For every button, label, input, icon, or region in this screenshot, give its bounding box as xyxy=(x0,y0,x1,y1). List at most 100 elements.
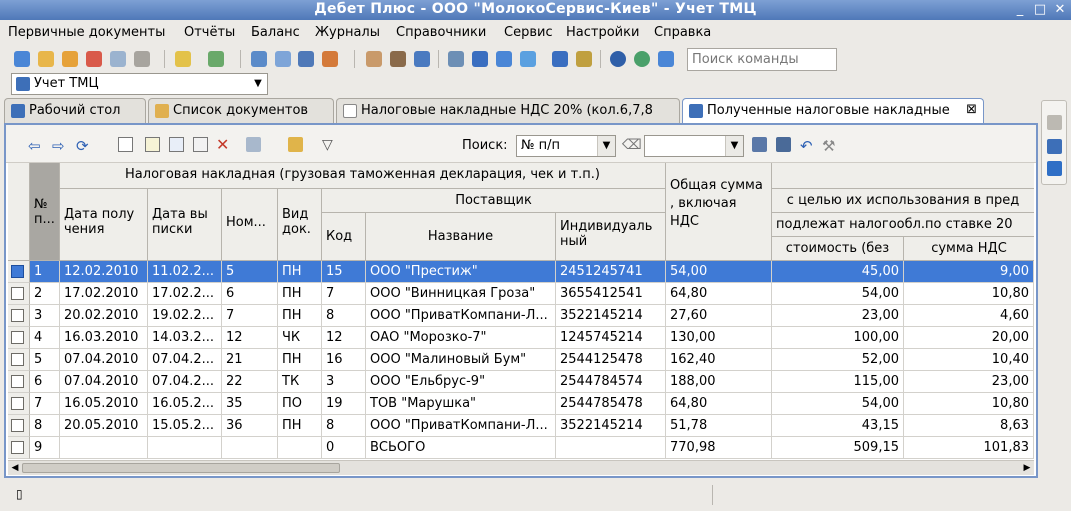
table-row[interactable]: 3 20.02.2010 19.02.2... 7 ПН 8 ООО "Прив… xyxy=(8,305,1034,327)
row-checkbox[interactable] xyxy=(11,353,24,366)
search-value-input[interactable]: ▼ xyxy=(644,135,744,157)
new-folder-icon[interactable] xyxy=(175,51,191,67)
tab-desktop[interactable]: Рабочий стол xyxy=(4,98,146,123)
menu-service[interactable]: Сервис xyxy=(504,25,553,40)
row-checkbox-cell[interactable] xyxy=(8,415,30,437)
menu-primary-documents[interactable]: Первичные документы xyxy=(8,25,165,40)
maximize-icon[interactable]: □ xyxy=(1031,1,1049,18)
table-row-total[interactable]: 9 0 ВСЬОГО 770,98 509,15 101,83 xyxy=(8,437,1034,459)
close-icon[interactable]: ✕ xyxy=(1051,1,1069,18)
table-row[interactable]: 5 07.04.2010 07.04.2... 21 ПН 16 ООО "Ма… xyxy=(8,349,1034,371)
grid-icon[interactable] xyxy=(1047,139,1062,154)
table-row[interactable]: 7 16.05.2010 16.05.2... 35 ПО 19 ТОВ "Ма… xyxy=(8,393,1034,415)
user-icon[interactable] xyxy=(366,51,382,67)
truck-icon[interactable] xyxy=(251,51,267,67)
binoculars-icon[interactable] xyxy=(752,137,767,152)
table-row[interactable]: 1 12.02.2010 11.02.2... 5 ПН 15 ООО "Пре… xyxy=(8,261,1034,283)
menu-journals[interactable]: Журналы xyxy=(315,25,380,40)
edit-icon[interactable] xyxy=(145,137,160,152)
image-icon[interactable] xyxy=(275,51,291,67)
table-row[interactable]: 6 07.04.2010 07.04.2... 22 ТК 3 ООО "Ель… xyxy=(8,371,1034,393)
row-checkbox-cell[interactable] xyxy=(8,283,30,305)
restore-icon[interactable] xyxy=(1047,115,1062,130)
calculator-icon[interactable] xyxy=(448,51,464,67)
globe-icon[interactable] xyxy=(634,51,650,67)
row-checkbox[interactable] xyxy=(11,375,24,388)
add-document-icon[interactable] xyxy=(208,51,224,67)
user-group-icon[interactable] xyxy=(390,51,406,67)
mail-icon[interactable] xyxy=(552,51,568,67)
copy-icon[interactable] xyxy=(110,51,126,67)
refresh-icon[interactable]: ⟳ xyxy=(76,137,91,155)
tab-document-list[interactable]: Список документов xyxy=(148,98,334,123)
magic-wand-icon[interactable] xyxy=(288,137,303,152)
scroll-right-icon[interactable]: ▶ xyxy=(1020,461,1034,475)
filter-icon[interactable]: ▽ xyxy=(322,137,337,153)
scroll-left-icon[interactable]: ◀ xyxy=(8,461,22,475)
chevron-down-icon[interactable]: ▼ xyxy=(597,136,615,156)
column-header-date-received[interactable]: Дата полу чения xyxy=(60,189,148,261)
horizontal-scrollbar[interactable]: ◀ ▶ xyxy=(8,460,1034,475)
minimize-icon[interactable]: _ xyxy=(1011,1,1029,18)
row-checkbox-cell[interactable] xyxy=(8,393,30,415)
folder-icon[interactable] xyxy=(62,51,78,67)
star-icon[interactable] xyxy=(472,51,488,67)
row-checkbox-cell[interactable] xyxy=(8,349,30,371)
close-tab-icon[interactable]: ⊠ xyxy=(966,102,977,117)
tab-received-tax-invoices[interactable]: Полученные налоговые накладные ⊠ xyxy=(682,98,984,123)
view-icon[interactable] xyxy=(193,137,208,152)
row-checkbox-cell[interactable] xyxy=(8,371,30,393)
command-search-input[interactable]: Поиск команды xyxy=(687,48,837,71)
table-row[interactable]: 4 16.03.2010 14.03.2... 12 ЧК 12 ОАО "Мо… xyxy=(8,327,1034,349)
open-folder-icon[interactable] xyxy=(38,51,54,67)
chevron-down-icon[interactable]: ▼ xyxy=(725,136,743,156)
column-header-number[interactable]: Ном... xyxy=(222,189,278,261)
documents-icon[interactable] xyxy=(134,51,150,67)
table-row[interactable]: 2 17.02.2010 17.02.2... 6 ПН 7 ООО "Винн… xyxy=(8,283,1034,305)
copy-icon[interactable] xyxy=(169,137,184,152)
row-checkbox-cell[interactable] xyxy=(8,327,30,349)
menu-help[interactable]: Справка xyxy=(654,25,711,40)
row-checkbox[interactable] xyxy=(11,265,24,278)
menu-references[interactable]: Справочники xyxy=(396,25,486,40)
column-header-vat[interactable]: сумма НДС xyxy=(904,237,1034,261)
transfer-icon[interactable] xyxy=(576,51,592,67)
print-icon[interactable] xyxy=(246,137,261,152)
column-header-num[interactable]: № п... xyxy=(30,163,60,261)
menu-settings[interactable]: Настройки xyxy=(566,25,639,40)
find-all-icon[interactable] xyxy=(776,137,791,152)
delete-icon[interactable]: ✕ xyxy=(216,135,231,154)
new-document-icon[interactable] xyxy=(118,137,133,152)
row-checkbox-cell[interactable] xyxy=(8,261,30,283)
row-checkbox[interactable] xyxy=(11,441,24,454)
document-icon[interactable] xyxy=(1047,161,1062,176)
help-icon[interactable] xyxy=(610,51,626,67)
chevron-down-icon[interactable]: ▼ xyxy=(249,74,267,94)
row-checkbox-cell[interactable] xyxy=(8,437,30,459)
database-icon[interactable] xyxy=(14,51,30,67)
column-header-inn[interactable]: Индивидуаль ный xyxy=(556,213,666,261)
menu-reports[interactable]: Отчёты xyxy=(184,25,235,40)
hammer-icon[interactable]: ⚒ xyxy=(822,137,837,155)
invoice-grid[interactable]: № п... Налоговая накладная (грузовая там… xyxy=(8,163,1034,463)
menu-balance[interactable]: Баланс xyxy=(251,25,300,40)
arrow-right-icon[interactable]: ⇨ xyxy=(52,137,67,155)
row-checkbox-cell[interactable] xyxy=(8,305,30,327)
crosshair-icon[interactable] xyxy=(496,51,512,67)
inbox-icon[interactable] xyxy=(658,51,674,67)
column-header-code[interactable]: Код xyxy=(322,213,366,261)
grid-icon[interactable] xyxy=(298,51,314,67)
gear-icon[interactable] xyxy=(520,51,536,67)
undo-icon[interactable]: ↶ xyxy=(800,137,815,155)
row-checkbox[interactable] xyxy=(11,397,24,410)
scrollbar-thumb[interactable] xyxy=(22,463,340,473)
column-header-date-issued[interactable]: Дата вы писки xyxy=(148,189,222,261)
configuration-select[interactable]: Учет ТМЦ ▼ xyxy=(11,73,268,95)
row-checkbox[interactable] xyxy=(11,309,24,322)
search-field-select[interactable]: № п/п ▼ xyxy=(516,135,616,157)
column-header-cost[interactable]: стоимость (без xyxy=(772,237,904,261)
column-header-total[interactable]: Общая сумма , включая НДС xyxy=(666,163,772,261)
tab-tax-invoices-vat[interactable]: Налоговые накладные НДС 20% (кол.6,7,8 xyxy=(336,98,680,123)
edit-document-icon[interactable] xyxy=(86,51,102,67)
column-header-name[interactable]: Название xyxy=(366,213,556,261)
